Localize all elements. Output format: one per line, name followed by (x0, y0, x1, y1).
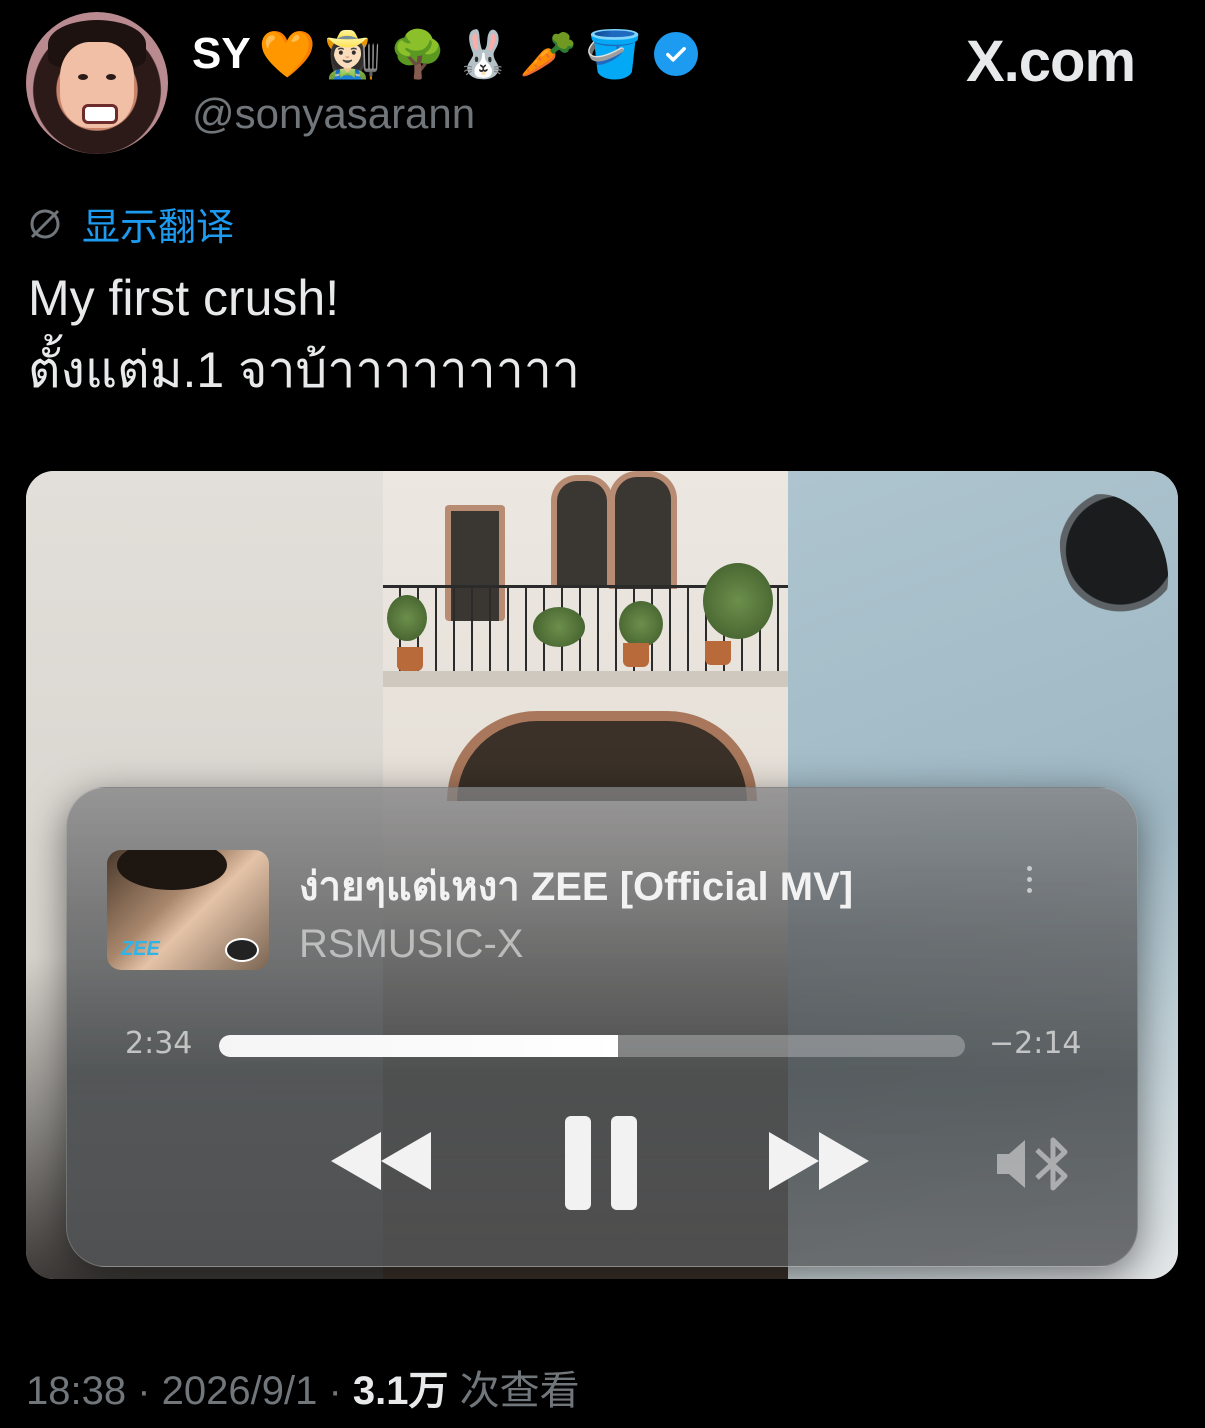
bluetooth-volume-icon[interactable] (993, 1134, 1077, 1194)
globe-icon (30, 209, 60, 238)
verified-badge-icon (654, 32, 699, 76)
album-art[interactable]: ZEE (107, 850, 269, 970)
album-badge: ZEE (121, 938, 160, 960)
song-title: ง่ายๆแต่เหงา ZEE [Official MV] (299, 865, 854, 909)
tweet-text: My first crush! ตั้งแต่ม.1 จาบ้าาาาาาาาา (28, 262, 580, 406)
tweet-time[interactable]: 18:38 (26, 1369, 126, 1413)
emoji-carrot: 🥕 (519, 27, 578, 81)
remaining-time: −2:14 (989, 1026, 1082, 1061)
emoji-heart: 🧡 (258, 27, 316, 81)
separator: · (126, 1369, 162, 1413)
view-label: 次查看 (448, 1369, 580, 1413)
elapsed-time: 2:34 (125, 1026, 193, 1061)
display-name[interactable]: SY (192, 29, 251, 79)
translate-label[interactable]: 显示翻译 (82, 196, 234, 251)
now-playing-widget[interactable]: ZEE ง่ายๆแต่เหงา ZEE [Official MV] RSMUS… (66, 787, 1138, 1267)
rewind-icon[interactable] (329, 1130, 433, 1192)
emoji-rabbit: 🐰 (454, 27, 512, 81)
user-handle[interactable]: @sonyasarann (192, 90, 475, 138)
site-watermark: X.com (966, 29, 1136, 94)
separator: · (317, 1369, 353, 1413)
tweet-meta: 18:38 · 2026/9/1 · 3.1万 次查看 (26, 1358, 580, 1416)
avatar[interactable] (26, 12, 168, 154)
emoji-bucket: 🪣 (585, 27, 643, 81)
pause-icon[interactable] (563, 1114, 639, 1212)
tweet-date[interactable]: 2026/9/1 (162, 1369, 318, 1413)
progress-bar[interactable] (219, 1035, 965, 1057)
more-options-icon[interactable] (1025, 860, 1033, 916)
artist-name: RSMUSIC-X (299, 922, 524, 966)
progress-fill (219, 1035, 619, 1057)
tweet-line-2: ตั้งแต่ม.1 จาบ้าาาาาาาาา (28, 342, 580, 398)
tweet-line-1: My first crush! (28, 270, 340, 326)
view-count: 3.1万 (352, 1369, 449, 1413)
name-row[interactable]: SY 🧡 👩🏻‍🌾 🌳 🐰 🥕 🪣 (192, 26, 699, 82)
translate-link[interactable]: 显示翻译 (26, 196, 234, 251)
fast-forward-icon[interactable] (767, 1130, 871, 1192)
emoji-tree: 🌳 (389, 27, 447, 81)
emoji-farmer: 👩🏻‍🌾 (323, 27, 382, 81)
